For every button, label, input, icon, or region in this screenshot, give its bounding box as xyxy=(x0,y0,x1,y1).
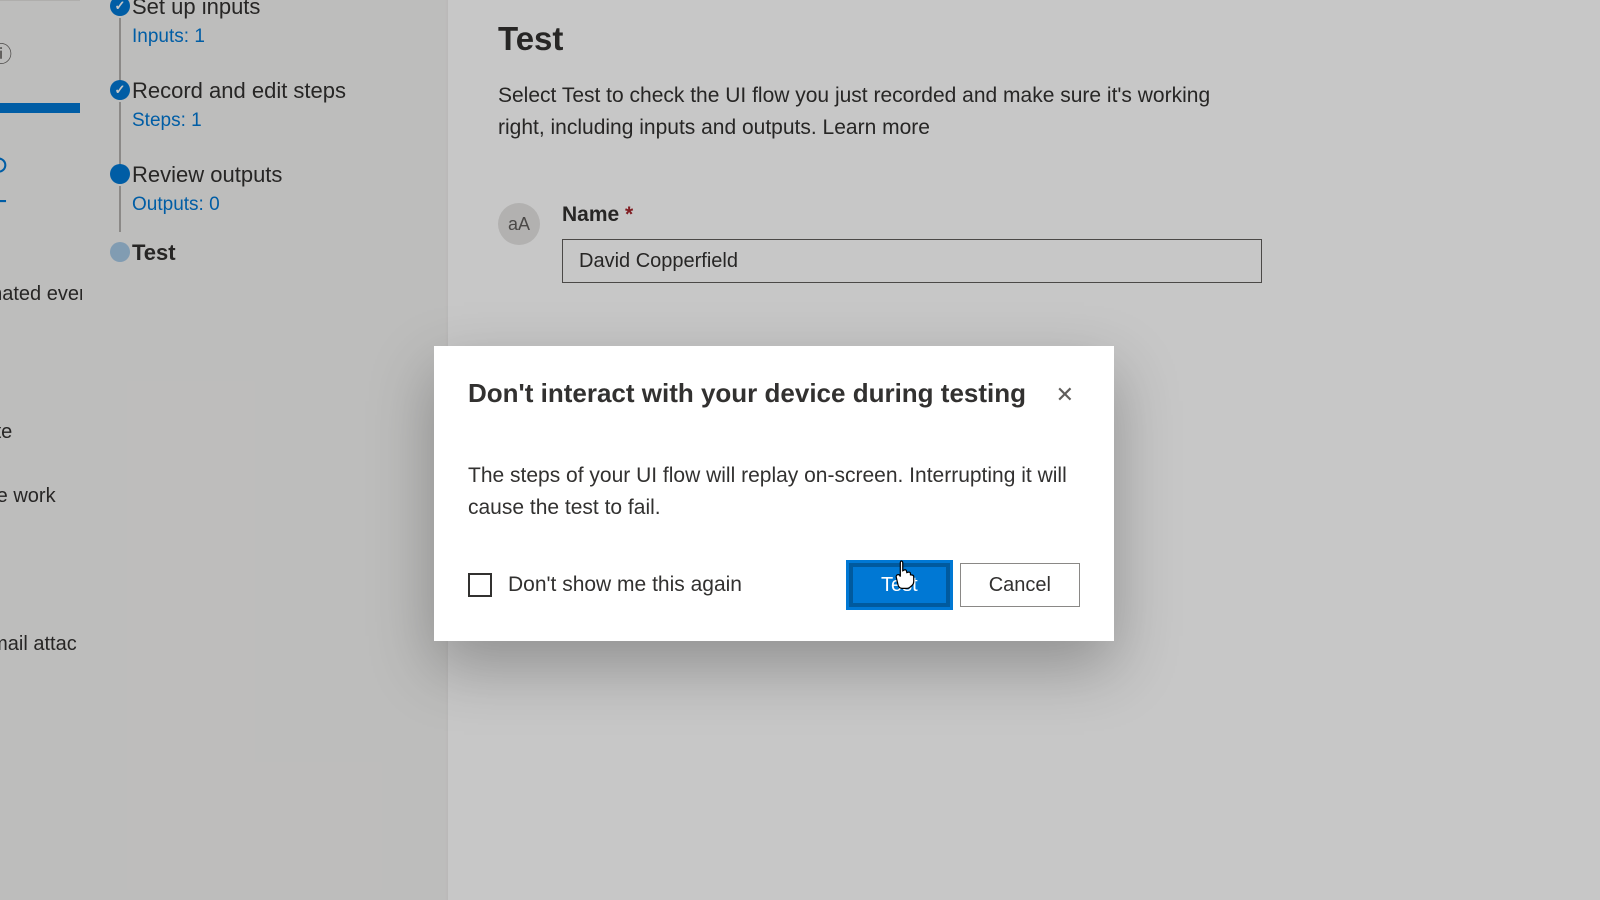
cancel-button[interactable]: Cancel xyxy=(960,563,1080,607)
dont-show-again-checkbox[interactable] xyxy=(468,573,492,597)
dialog-title: Don't interact with your device during t… xyxy=(468,378,1026,409)
dialog-body: The steps of your UI flow will replay on… xyxy=(468,460,1080,523)
dont-show-again-label: Don't show me this again xyxy=(508,573,849,597)
close-icon[interactable]: ✕ xyxy=(1050,378,1080,412)
test-button[interactable]: Test xyxy=(849,563,950,607)
testing-warning-dialog: Don't interact with your device during t… xyxy=(434,346,1114,641)
